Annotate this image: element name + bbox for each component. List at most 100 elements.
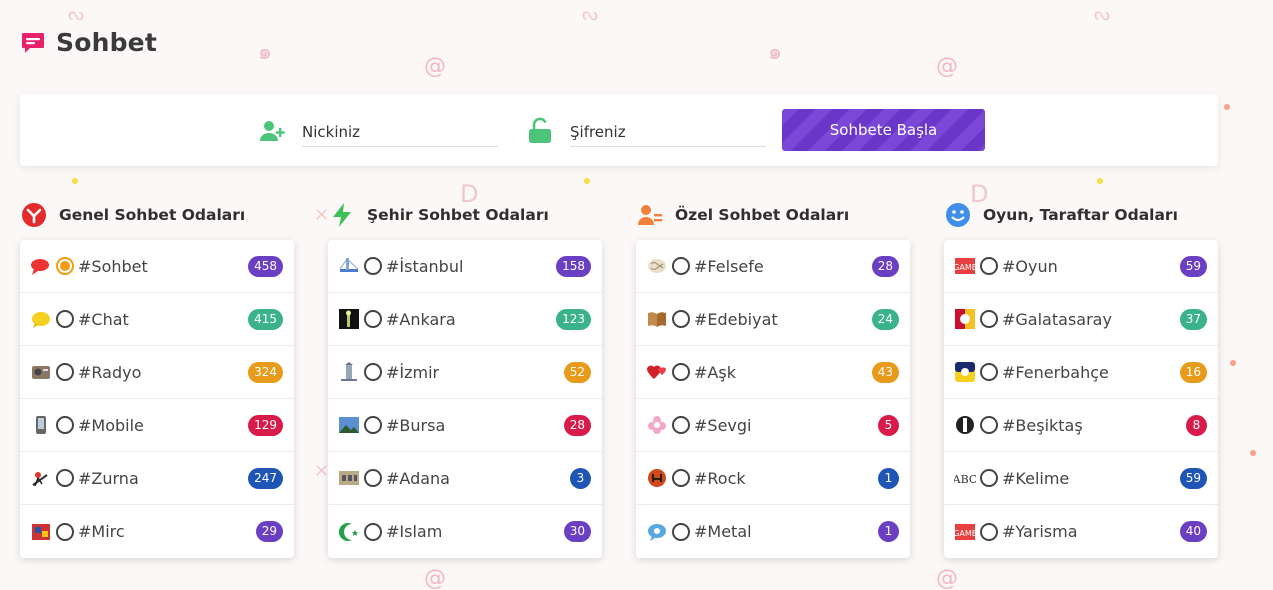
user-count-badge: 8: [1186, 415, 1207, 436]
room-name: #Bursa: [386, 415, 446, 435]
start-chat-button[interactable]: Sohbete Başla: [782, 109, 985, 151]
room-item[interactable]: #Radyo 324: [20, 346, 294, 399]
room-item[interactable]: #Islam 30: [328, 505, 602, 558]
galatasaray-logo-icon: [955, 309, 975, 329]
room-radio[interactable]: [672, 416, 690, 434]
room-radio[interactable]: [672, 257, 690, 275]
room-item[interactable]: #Ankara 123: [328, 293, 602, 346]
room-name: #Yarisma: [1002, 522, 1078, 541]
room-name: #Galatasaray: [1002, 309, 1112, 329]
user-list-icon: [638, 205, 662, 225]
room-item[interactable]: #Mirc 29: [20, 505, 294, 558]
room-radio[interactable]: [364, 522, 382, 541]
room-radio[interactable]: [56, 257, 74, 275]
room-radio[interactable]: [980, 363, 998, 381]
room-list: #Felsefe 28 #Edebiyat 24 #Aşk 43 #Sevgi 5 #Rock 1…: [636, 240, 910, 558]
room-name: #Mirc: [78, 522, 125, 541]
room-radio[interactable]: [672, 469, 690, 487]
user-count-badge: 28: [871, 256, 899, 277]
room-radio[interactable]: [364, 310, 382, 328]
room-item[interactable]: #Rock 1: [636, 452, 910, 505]
category-header: Genel Sohbet Odaları: [21, 200, 296, 230]
squiggle-doodle-icon: ᔓ: [582, 4, 599, 25]
room-item[interactable]: #Zurna 247: [20, 452, 294, 505]
category-column: Genel Sohbet Odaları #Sohbet 458 #Chat 415 #R…: [20, 200, 296, 558]
room-item[interactable]: #Bursa 28: [328, 399, 602, 452]
room-radio[interactable]: [56, 416, 74, 434]
room-item[interactable]: #Sevgi 5: [636, 399, 910, 452]
room-item[interactable]: GAME #Oyun 59: [944, 240, 1218, 293]
fenerbahce-logo-icon: [955, 362, 975, 382]
password-input[interactable]: [570, 117, 766, 147]
room-radio[interactable]: [980, 469, 998, 487]
category-header: Şehir Sohbet Odaları: [329, 200, 604, 230]
mirc-icon: [32, 523, 50, 540]
room-radio[interactable]: [672, 310, 690, 328]
room-item[interactable]: #İstanbul 158: [328, 240, 602, 293]
user-count-badge: 415: [248, 309, 283, 330]
room-radio[interactable]: [56, 522, 74, 541]
room-radio[interactable]: [980, 310, 998, 328]
yellow-bubble-icon: [32, 312, 50, 328]
nick-input[interactable]: [302, 117, 498, 147]
room-item[interactable]: #Beşiktaş 8: [944, 399, 1218, 452]
room-name: #Ankara: [386, 309, 456, 329]
category-header: Özel Sohbet Odaları: [637, 200, 912, 230]
room-radio[interactable]: [364, 469, 382, 487]
add-user-icon: [260, 121, 285, 141]
room-radio[interactable]: [56, 363, 74, 381]
squiggle-doodle-icon: ᔓ: [1094, 4, 1111, 25]
room-radio[interactable]: [980, 257, 998, 275]
room-item[interactable]: #İzmir 52: [328, 346, 602, 399]
category-column: Oyun, Taraftar Odaları GAME #Oyun 59 #Galata…: [944, 200, 1220, 558]
room-radio[interactable]: [980, 522, 998, 541]
room-item[interactable]: #Chat 415: [20, 293, 294, 346]
room-radio[interactable]: [56, 310, 74, 328]
room-item[interactable]: #Edebiyat 24: [636, 293, 910, 346]
abc-icon: ABC: [954, 473, 976, 486]
room-radio[interactable]: [364, 257, 382, 275]
user-count-badge: 5: [878, 415, 899, 436]
room-name: #Sohbet: [78, 256, 148, 276]
room-radio[interactable]: [980, 416, 998, 434]
login-bar: Sohbete Başla: [20, 94, 1218, 166]
game-icon: GAME: [954, 258, 976, 274]
user-count-badge: 158: [556, 256, 591, 277]
room-name: #Fenerbahçe: [1002, 362, 1109, 382]
room-name: #Islam: [386, 522, 443, 541]
metal-bubble-icon: [648, 523, 666, 541]
user-count-badge: 129: [248, 415, 283, 436]
room-item[interactable]: ABC #Kelime 59: [944, 452, 1218, 505]
category-title: Genel Sohbet Odaları: [59, 206, 246, 224]
room-item[interactable]: #Mobile 129: [20, 399, 294, 452]
room-name: #Kelime: [1002, 468, 1070, 488]
room-item[interactable]: #Adana 3: [328, 452, 602, 505]
user-count-badge: 43: [871, 362, 899, 383]
room-item[interactable]: GAME #Yarisma 40: [944, 505, 1218, 558]
room-name: #Radyo: [78, 362, 142, 382]
hearts-icon: [647, 365, 666, 379]
room-item[interactable]: #Sohbet 458: [20, 240, 294, 293]
user-count-badge: 458: [248, 256, 283, 277]
cross-doodle-icon: ×: [314, 204, 330, 225]
user-count-badge: 52: [563, 362, 591, 383]
room-item[interactable]: #Fenerbahçe 16: [944, 346, 1218, 399]
room-radio[interactable]: [672, 363, 690, 381]
user-count-badge: 1: [878, 468, 899, 489]
svg-text:GAME: GAME: [954, 529, 976, 538]
room-radio[interactable]: [364, 363, 382, 381]
room-item[interactable]: #Galatasaray 37: [944, 293, 1218, 346]
bridge-icon: [339, 258, 359, 272]
room-radio[interactable]: [672, 522, 690, 541]
room-item[interactable]: #Felsefe 28: [636, 240, 910, 293]
room-name: #Sevgi: [694, 415, 752, 435]
spiral-doodle-icon: @: [424, 566, 446, 590]
room-radio[interactable]: [364, 416, 382, 434]
room-item[interactable]: #Aşk 43: [636, 346, 910, 399]
room-item[interactable]: #Metal 1: [636, 505, 910, 558]
user-count-badge: 3: [570, 468, 591, 489]
spiral-doodle-icon: ๑: [258, 40, 272, 65]
svg-text:GAME: GAME: [954, 263, 976, 272]
room-radio[interactable]: [56, 469, 74, 487]
flower-icon: [648, 416, 666, 434]
